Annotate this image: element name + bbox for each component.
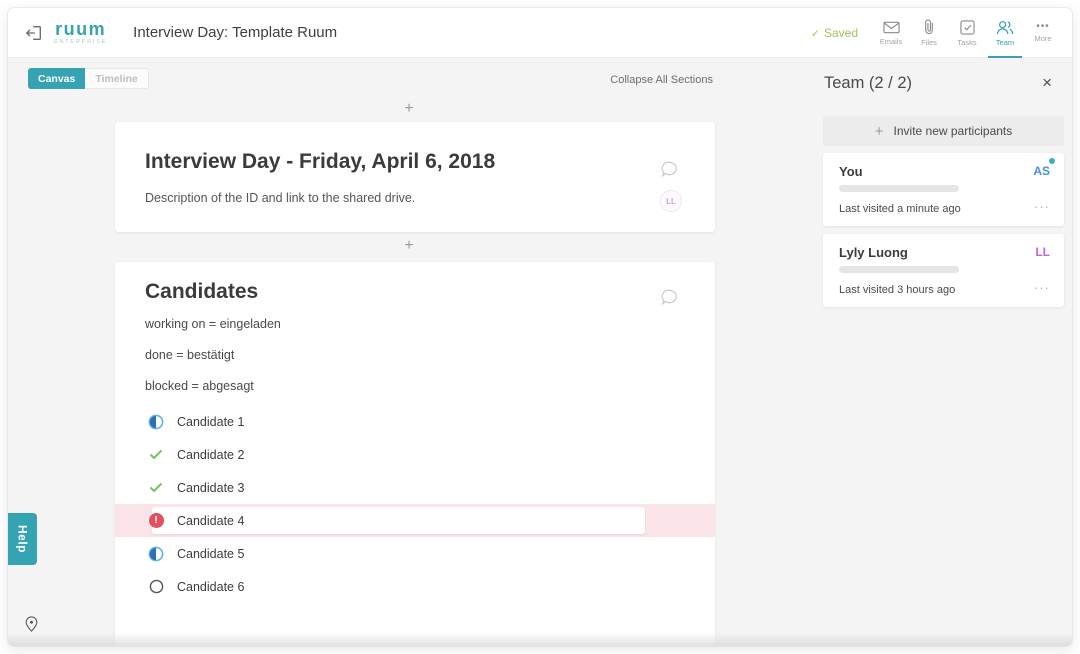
candidate-row[interactable]: ! Candidate 2 [115, 438, 715, 471]
comment-bubble-icon[interactable] [660, 288, 679, 312]
status-done-icon[interactable] [148, 447, 164, 463]
online-indicator-dot [1048, 157, 1056, 165]
member-progress-bar [839, 266, 959, 273]
member-last-visited: Last visited a minute ago [839, 203, 961, 215]
ruum-logo[interactable]: ruum enterprise [54, 20, 107, 46]
top-bar: ruum enterprise Interview Day: Template … [8, 8, 1072, 58]
presence-avatar[interactable]: LL [660, 190, 682, 212]
member-more-icon[interactable]: ··· [1034, 280, 1050, 295]
topbar-actions: ✓ Saved Emails Files Tasks [811, 8, 1062, 58]
team-panel: Team (2 / 2) × + Invite new participants… [810, 58, 1072, 646]
member-initials-avatar[interactable]: LL [1035, 245, 1050, 259]
add-section-button[interactable]: + [401, 102, 417, 118]
section-title[interactable]: Interview Day - Friday, April 6, 2018 [145, 150, 495, 174]
saved-status: ✓ Saved [811, 26, 858, 40]
plus-icon: + [875, 123, 884, 140]
candidate-label: Candidate 3 [177, 481, 244, 495]
nav-team[interactable]: Team [986, 8, 1024, 58]
nav-tasks-label: Tasks [957, 38, 976, 47]
invite-participants-label: Invite new participants [894, 124, 1013, 138]
canvas-tab[interactable]: Canvas [28, 68, 85, 89]
candidate-label: Candidate 1 [177, 415, 244, 429]
nav-emails-label: Emails [880, 37, 903, 46]
status-open-icon[interactable] [148, 579, 164, 595]
comment-bubble-icon[interactable] [660, 160, 679, 184]
close-icon[interactable]: × [1042, 76, 1052, 90]
candidate-row[interactable]: ! Candidate 4 [115, 504, 715, 537]
candidate-label: Candidate 4 [177, 514, 244, 528]
collapse-all-sections-link[interactable]: Collapse All Sections [610, 74, 713, 86]
saved-label: Saved [824, 26, 858, 40]
nav-files-label: Files [921, 38, 937, 47]
note-line[interactable]: working on = eingeladen [145, 317, 281, 331]
candidate-label: Candidate 2 [177, 448, 244, 462]
member-last-visited: Last visited 3 hours ago [839, 284, 955, 296]
add-section-button[interactable]: + [401, 239, 417, 255]
section-description[interactable]: Description of the ID and link to the sh… [145, 191, 415, 205]
paperclip-icon [924, 19, 934, 35]
nav-more[interactable]: ••• More [1024, 8, 1062, 58]
nav-team-label: Team [996, 38, 1014, 47]
section-notes: working on = eingeladen done = bestätigt… [145, 317, 281, 410]
team-member-card[interactable]: You AS Last visited a minute ago ··· [823, 153, 1064, 226]
invite-participants-button[interactable]: + Invite new participants [823, 116, 1064, 146]
nav-tasks[interactable]: Tasks [948, 8, 986, 58]
checkbox-icon [960, 20, 975, 35]
ruum-logo-subtext: enterprise [54, 40, 107, 46]
nav-more-label: More [1034, 34, 1051, 43]
location-pin-icon[interactable] [25, 616, 38, 637]
ruum-logo-text: ruum [55, 20, 106, 38]
candidate-label: Candidate 6 [177, 580, 244, 594]
exit-ruum-icon[interactable] [24, 23, 44, 43]
candidate-row[interactable]: ! Candidate 6 [115, 570, 715, 603]
view-toggle: Canvas Timeline [28, 68, 149, 89]
timeline-tab[interactable]: Timeline [85, 68, 148, 89]
member-more-icon[interactable]: ··· [1034, 199, 1050, 214]
app-window: ruum enterprise Interview Day: Template … [8, 8, 1072, 646]
section-title[interactable]: Candidates [145, 280, 258, 304]
status-working-icon[interactable] [148, 546, 164, 562]
status-working-icon[interactable] [148, 414, 164, 430]
envelope-icon [883, 21, 900, 34]
member-progress-bar [839, 185, 959, 192]
document-title[interactable]: Interview Day: Template Ruum [133, 24, 337, 41]
people-icon [996, 20, 1014, 35]
member-cards: You AS Last visited a minute ago ··· Lyl… [823, 153, 1064, 315]
candidate-row[interactable]: ! Candidate 3 [115, 471, 715, 504]
candidate-label: Candidate 5 [177, 547, 244, 561]
ellipsis-icon: ••• [1036, 23, 1050, 31]
candidate-list: ! Candidate 1 ! [115, 405, 715, 603]
team-member-card[interactable]: Lyly Luong LL Last visited 3 hours ago ·… [823, 234, 1064, 307]
candidate-row[interactable]: ! Candidate 5 [115, 537, 715, 570]
note-line[interactable]: done = bestätigt [145, 348, 281, 362]
status-blocked-icon[interactable]: ! [148, 513, 164, 529]
help-tab[interactable]: Help [8, 513, 37, 565]
member-name: Lyly Luong [839, 245, 908, 260]
member-name: You [839, 164, 863, 179]
nav-emails[interactable]: Emails [872, 8, 910, 58]
section-card-interview-day[interactable]: Interview Day - Friday, April 6, 2018 De… [115, 122, 715, 232]
status-done-icon[interactable] [148, 480, 164, 496]
note-line[interactable]: blocked = abgesagt [145, 379, 281, 393]
nav-files[interactable]: Files [910, 8, 948, 58]
candidate-row[interactable]: ! Candidate 1 [115, 405, 715, 438]
saved-check-icon: ✓ [811, 27, 820, 40]
team-panel-title: Team (2 / 2) [824, 74, 912, 93]
section-card-candidates[interactable]: Candidates working on = eingeladen done … [115, 262, 715, 646]
member-initials-avatar[interactable]: AS [1033, 164, 1050, 178]
